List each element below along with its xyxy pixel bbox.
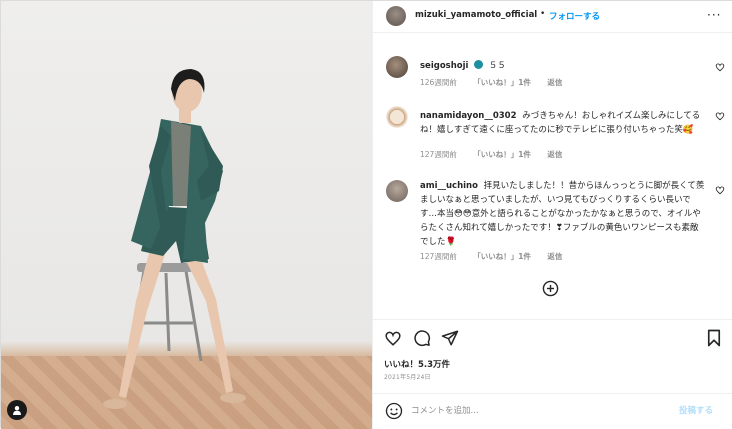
author-avatar[interactable] [386,6,406,26]
author-username[interactable]: mizuki_yamamoto_official [415,10,537,20]
comment-meta: 127週間前 「いいね！」1件 返信 [420,251,576,262]
comment-age[interactable]: 126週間前 [420,78,457,87]
post-comment-button[interactable]: 投稿する [679,404,713,416]
commenter-avatar[interactable] [386,180,408,202]
comment-like-heart-icon[interactable] [715,62,725,72]
more-options-icon[interactable]: ··· [707,8,721,22]
commenter-avatar[interactable] [386,56,408,78]
comment-username[interactable]: nanamidayon__0302 [420,111,517,121]
comment-like-heart-icon[interactable] [715,111,725,121]
comment-body: ami__uchino 拝見いたしました！！昔からほんっっとうに脚が長くて羨まし… [420,179,706,249]
reply-button[interactable]: 返信 [547,252,562,261]
header-separator: • [540,9,546,19]
post-header: mizuki_yamamoto_official • フォローする ··· [373,1,732,33]
comment-bubble-icon[interactable] [413,329,431,347]
comment-username[interactable]: ami__uchino [420,181,478,191]
share-paper-plane-icon[interactable] [441,329,459,347]
post-actions: いいね！5.3万件 2021年5月24日 [373,319,732,389]
reply-button[interactable]: 返信 [547,150,562,159]
model-illustration [103,69,246,409]
save-bookmark-icon[interactable] [705,329,723,347]
comment-composer: 投稿する [373,393,732,429]
comment-body: nanamidayon__0302 みづきちゃん！おしゃれイズム楽しみにしてるね… [420,109,706,137]
globe-emoji-icon [474,60,484,69]
post-photo[interactable] [1,1,372,429]
like-count[interactable]: いいね！5.3万件 [384,358,450,370]
post-dialog: mizuki_yamamoto_official • フォローする ··· se… [0,0,732,429]
user-icon [13,406,21,415]
comment-body: seigoshoji ５５ [420,59,706,73]
comment-likes[interactable]: 「いいね！」1件 [473,150,531,159]
comment-text: ５５ [488,61,506,71]
comment-meta: 126週間前 「いいね！」1件 返信 [420,77,576,88]
tagged-user-button[interactable] [7,400,27,420]
emoji-icon[interactable] [385,402,403,420]
comment-meta: 127週間前 「いいね！」1件 返信 [420,149,576,160]
comment-username[interactable]: seigoshoji [420,61,468,71]
post-side-panel: mizuki_yamamoto_official • フォローする ··· se… [372,1,732,429]
comment-likes[interactable]: 「いいね！」1件 [473,78,531,87]
comment-age[interactable]: 127週間前 [420,150,457,159]
commenter-avatar[interactable] [386,106,408,128]
comment-age[interactable]: 127週間前 [420,252,457,261]
comment-likes[interactable]: 「いいね！」1件 [473,252,531,261]
comment-input[interactable] [411,403,671,419]
reply-button[interactable]: 返信 [547,78,562,87]
load-more-comments-icon[interactable] [542,280,559,297]
post-date[interactable]: 2021年5月24日 [384,372,431,381]
comment-like-heart-icon[interactable] [715,185,725,195]
follow-button[interactable]: フォローする [549,10,600,22]
like-heart-icon[interactable] [384,329,402,347]
